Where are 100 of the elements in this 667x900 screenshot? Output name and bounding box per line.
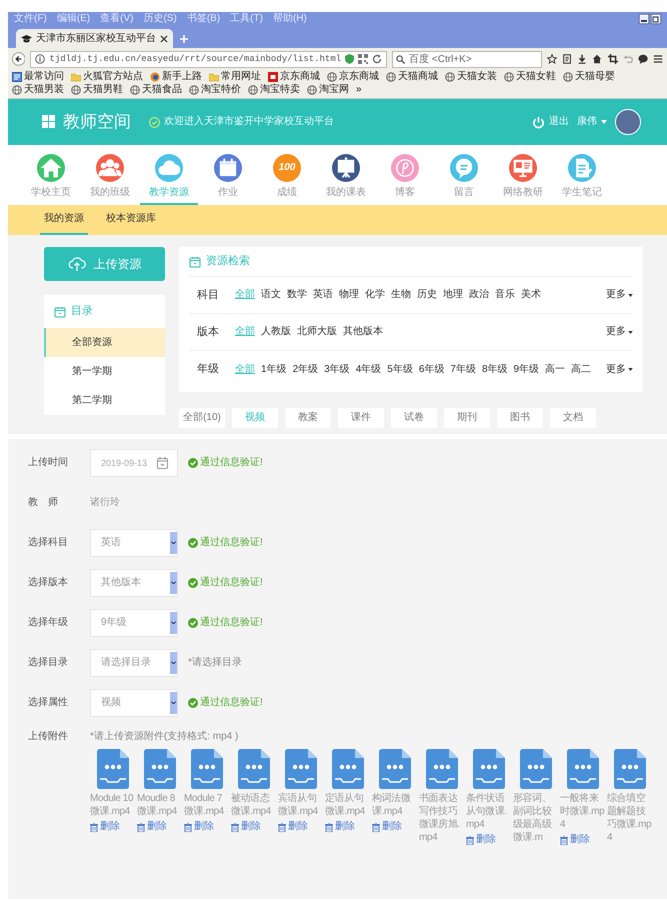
delete-link[interactable]: 删除: [184, 821, 214, 834]
filter-option[interactable]: 数学: [287, 289, 307, 302]
globe-icon: [563, 72, 573, 82]
filter-option[interactable]: 6年级: [418, 364, 444, 376]
filter-option[interactable]: 7年级: [450, 364, 476, 376]
field-label: 上传附件: [28, 731, 69, 744]
filter-option[interactable]: 化学: [365, 289, 385, 302]
more-dropdown[interactable]: 更多: [606, 289, 633, 302]
delete-link[interactable]: 删除: [278, 821, 308, 834]
bookmark-link[interactable]: 淘宝特卖: [248, 84, 300, 96]
bookmark-link[interactable]: 天猫食品: [130, 84, 182, 96]
bookmark-link[interactable]: 常用网址: [209, 71, 261, 83]
folder-icon: [209, 72, 219, 82]
bookmark-link[interactable]: 天猫男鞋: [71, 84, 123, 96]
bookmark-link[interactable]: 天猫女鞋: [504, 71, 556, 83]
bookmark-link[interactable]: 京东商城: [268, 71, 320, 83]
delete-link[interactable]: 删除: [137, 821, 167, 834]
bookmark-link[interactable]: 最常访问: [12, 71, 64, 83]
bookmark-label: 天猫男装: [24, 84, 64, 96]
filter-option[interactable]: 美术: [521, 289, 541, 302]
download-icon[interactable]: [577, 53, 588, 65]
check-circle-icon: [188, 538, 198, 548]
filter-option[interactable]: 5年级: [387, 364, 413, 376]
filter-option[interactable]: 地理: [443, 289, 463, 302]
avatar-photo[interactable]: [615, 109, 641, 135]
trash-icon: [137, 822, 145, 832]
filter-option[interactable]: 3年级: [324, 364, 350, 376]
bookmark-link[interactable]: 天猫女装: [445, 71, 497, 83]
search-field[interactable]: 百度 <Ctrl+K>: [392, 50, 542, 68]
filter-option[interactable]: 音乐: [495, 289, 515, 302]
type-tab[interactable]: 课件: [338, 408, 384, 428]
filter-option[interactable]: 英语: [313, 289, 333, 302]
type-tab[interactable]: 期刊: [444, 408, 490, 428]
bookmark-label: 常用网址: [221, 71, 261, 83]
filter-option[interactable]: 高二: [571, 364, 592, 376]
crop-icon[interactable]: [608, 53, 618, 65]
field-label: 选择属性: [28, 697, 69, 710]
type-tab[interactable]: 全部(10): [179, 408, 225, 428]
star-icon[interactable]: [547, 53, 558, 65]
filter-option[interactable]: 物理: [339, 289, 359, 302]
menu-icon[interactable]: [652, 53, 664, 65]
delete-link[interactable]: 删除: [372, 821, 402, 834]
bookmark-link[interactable]: 京东商城: [327, 71, 379, 83]
bookmark-link[interactable]: 火狐官方站点: [71, 71, 143, 83]
more-dropdown[interactable]: 更多: [606, 326, 633, 338]
delete-link[interactable]: 删除: [90, 821, 120, 834]
reload-icon[interactable]: [372, 54, 382, 64]
address-bar[interactable]: tjdldj.tj.edu.cn/easyedu/rrt/source/mainbody/list.html: [30, 50, 388, 68]
subnav-tab[interactable]: 校本资源库: [102, 205, 160, 235]
bookmark-link[interactable]: 淘宝特价: [189, 84, 241, 96]
back-button-icon[interactable]: [12, 51, 26, 67]
filter-option[interactable]: 2年级: [292, 364, 318, 376]
type-tab[interactable]: 教案: [285, 408, 331, 428]
filter-option[interactable]: 人教版: [261, 326, 291, 338]
filter-option[interactable]: 1年级: [261, 364, 287, 376]
type-tab[interactable]: 图书: [497, 408, 543, 428]
filter-option[interactable]: 政治: [469, 289, 489, 302]
delete-link[interactable]: 删除: [466, 834, 496, 846]
bookmark-link[interactable]: 淘宝网: [307, 84, 349, 96]
plus-icon[interactable]: [179, 34, 189, 44]
more-bookmarks-button[interactable]: »: [356, 84, 362, 96]
delete-link[interactable]: 删除: [325, 821, 355, 834]
bookmark-link[interactable]: 天猫母婴: [563, 71, 615, 83]
filter-option[interactable]: 4年级: [356, 364, 382, 376]
bookmark-link[interactable]: 天猫男装: [12, 84, 64, 96]
check-circle-icon: [188, 618, 198, 628]
reader-icon[interactable]: [562, 53, 572, 65]
bookmark-label: 天猫母婴: [575, 71, 615, 83]
globe-icon: [130, 85, 140, 95]
browser-tab[interactable]: 天津市东丽区家校互动平台: [16, 29, 173, 48]
more-dropdown[interactable]: 更多: [606, 364, 633, 376]
type-tab[interactable]: 文档: [550, 408, 596, 428]
filter-option[interactable]: 北师大版: [297, 326, 337, 338]
type-tab[interactable]: 试卷: [391, 408, 437, 428]
chat-icon[interactable]: [638, 53, 648, 65]
filter-option[interactable]: 生物: [391, 289, 411, 302]
minimize-icon[interactable]: [639, 14, 649, 24]
restore-icon[interactable]: [651, 14, 661, 24]
calendar-icon[interactable]: [157, 457, 168, 470]
sidebar-item[interactable]: 第二学期: [44, 386, 165, 416]
check-circle-icon: [188, 458, 198, 468]
field-label: 选择年级: [28, 617, 69, 630]
delete-link[interactable]: 删除: [231, 821, 261, 834]
filter-option[interactable]: 9年级: [514, 364, 540, 376]
sidebar-item[interactable]: 全部资源: [44, 328, 165, 358]
bookmark-link[interactable]: 天猫商城: [386, 71, 438, 83]
close-icon[interactable]: [160, 34, 168, 42]
filter-option[interactable]: 历史: [417, 289, 437, 302]
file-name: 综合填空题解题技巧微课.mp4: [607, 792, 652, 844]
filter-option[interactable]: 语文: [261, 289, 281, 302]
bookmark-link[interactable]: 新手上路: [150, 71, 202, 83]
filter-option[interactable]: 其他版本: [343, 326, 383, 338]
filter-option[interactable]: 8年级: [482, 364, 508, 376]
qr-code-icon: [358, 54, 368, 64]
home-icon[interactable]: [592, 53, 603, 65]
filter-option[interactable]: 高一: [545, 364, 566, 376]
delete-link[interactable]: 删除: [560, 834, 590, 846]
file-name: 条件状语从句微课.mp4: [466, 792, 508, 832]
tab-title: 天津市东丽区家校互动平台: [36, 32, 156, 44]
sidebar-item[interactable]: 第一学期: [44, 357, 165, 386]
